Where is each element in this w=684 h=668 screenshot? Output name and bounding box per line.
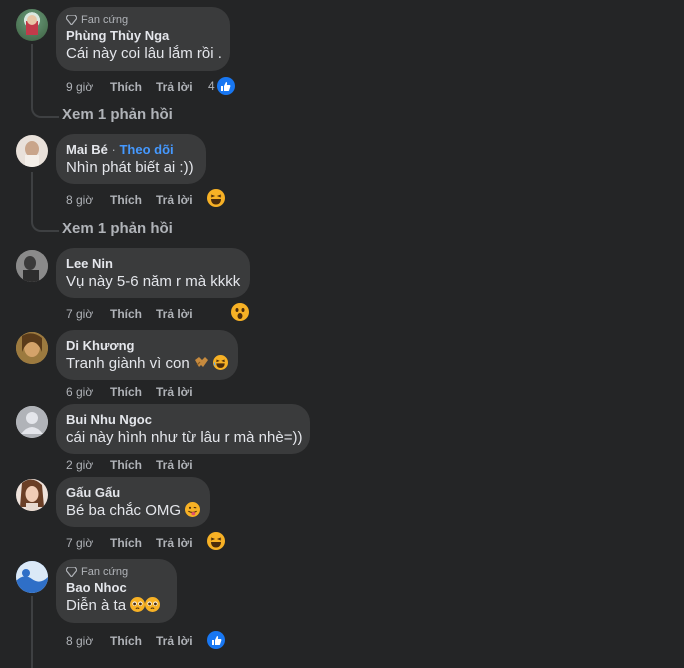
reply-button[interactable]: Trả lời xyxy=(156,634,206,648)
commenter-name[interactable]: Lee Nin xyxy=(66,255,238,272)
comment-bubble: Fan cứng Bao Nhoc Diễn à ta xyxy=(56,559,177,623)
comment-time[interactable]: 2 giờ xyxy=(66,458,110,472)
view-replies-link[interactable]: Xem 1 phản hồi xyxy=(62,106,173,123)
thread-line xyxy=(31,596,33,668)
comment-bubble: Bui Nhu Ngoc cái này hình như từ lâu r m… xyxy=(56,404,310,454)
comment-time[interactable]: 8 giờ xyxy=(66,193,110,207)
like-icon xyxy=(207,631,225,649)
reply-button[interactable]: Trả lời xyxy=(156,536,206,550)
view-replies-link[interactable]: Xem 1 phản hồi xyxy=(62,220,173,237)
commenter-name[interactable]: Di Khương xyxy=(66,337,226,354)
diamond-icon xyxy=(66,15,77,25)
like-button[interactable]: Thích xyxy=(110,80,156,94)
tongue-emoji-icon xyxy=(185,502,201,517)
comment-text: Nhìn phát biết ai :)) xyxy=(66,159,194,176)
comment-bubble: Di Khương Tranh giành vì con xyxy=(56,330,238,380)
avatar[interactable] xyxy=(16,479,48,511)
comment-bubble: Lee Nin Vụ này 5-6 năm r mà kkkk xyxy=(56,248,250,298)
avatar[interactable] xyxy=(16,9,48,41)
comment-bubble: Gấu Gấu Bé ba chắc OMG xyxy=(56,477,210,527)
comment-text-row: Tranh giành vì con xyxy=(66,354,229,374)
wow-emoji-icon xyxy=(231,303,249,321)
like-button[interactable]: Thích xyxy=(110,193,156,207)
commenter-name[interactable]: Bao Nhoc xyxy=(66,579,165,596)
like-button[interactable]: Thích xyxy=(110,458,156,472)
like-button[interactable]: Thích xyxy=(110,307,156,321)
reply-button[interactable]: Trả lời xyxy=(156,193,206,207)
reply-button[interactable]: Trả lời xyxy=(156,307,206,321)
thread-curve xyxy=(31,216,59,232)
reply-button[interactable]: Trả lời xyxy=(156,458,206,472)
follow-button[interactable]: Theo dõi xyxy=(119,142,173,157)
avatar[interactable] xyxy=(16,332,48,364)
commenter-name[interactable]: Bui Nhu Ngoc xyxy=(66,411,298,428)
reaction-summary[interactable]: 4 xyxy=(208,77,235,95)
comment-text-row: Bé ba chắc OMG xyxy=(66,501,201,521)
comment-text: cái này hình như từ lâu r mà nhè=)) xyxy=(66,429,303,446)
badge-label: Fan cứng xyxy=(81,566,129,578)
reaction-count: 4 xyxy=(208,79,215,93)
reply-button[interactable]: Trả lời xyxy=(156,385,206,399)
comment-actions: 7 giờ Thích Trả lời xyxy=(66,307,206,321)
badge-label: Fan cứng xyxy=(81,14,129,26)
reaction-summary[interactable] xyxy=(207,189,225,207)
pleading-emoji-icon xyxy=(145,597,161,612)
default-profile-icon xyxy=(16,406,48,438)
like-button[interactable]: Thích xyxy=(110,536,156,550)
comment-text: Bé ba chắc OMG xyxy=(66,502,182,519)
commenter-name[interactable]: Mai Bé xyxy=(66,142,108,157)
haha-emoji-icon xyxy=(207,189,225,207)
comment-actions: 6 giờ Thích Trả lời xyxy=(66,385,206,399)
reaction-summary[interactable] xyxy=(207,631,225,649)
reaction-summary[interactable] xyxy=(207,532,225,550)
comment-bubble: Mai Bé · Theo dõi Nhìn phát biết ai :)) xyxy=(56,134,206,184)
handshake-emoji-icon xyxy=(194,357,208,367)
like-button[interactable]: Thích xyxy=(110,634,156,648)
reaction-summary[interactable] xyxy=(231,303,249,321)
comment-time[interactable]: 7 giờ xyxy=(66,307,110,321)
like-button[interactable]: Thích xyxy=(110,385,156,399)
comment-time[interactable]: 7 giờ xyxy=(66,536,110,550)
diamond-icon xyxy=(66,567,77,577)
pleading-emoji-icon xyxy=(130,597,146,612)
like-icon xyxy=(216,77,235,95)
comment-actions: 8 giờ Thích Trả lời xyxy=(66,193,206,207)
comment-bubble: Fan cứng Phùng Thùy Nga Cái này coi lâu … xyxy=(56,7,230,71)
commenter-name-row: Mai Bé · Theo dõi xyxy=(66,141,194,158)
separator-dot: · xyxy=(107,142,120,157)
comment-time[interactable]: 8 giờ xyxy=(66,634,110,648)
comment-text: Diễn à ta xyxy=(66,597,127,614)
reply-button[interactable]: Trả lời xyxy=(156,80,206,94)
avatar[interactable] xyxy=(16,250,48,282)
commenter-name[interactable]: Phùng Thùy Nga xyxy=(66,27,218,44)
fan-badge: Fan cứng xyxy=(66,14,218,26)
comment-text-row: Diễn à ta xyxy=(66,596,165,616)
comment-actions: 8 giờ Thích Trả lời xyxy=(66,634,206,648)
comment-time[interactable]: 9 giờ xyxy=(66,80,110,94)
comment-text: Vụ này 5-6 năm r mà kkkk xyxy=(66,273,241,290)
avatar[interactable] xyxy=(16,561,48,593)
thread-line xyxy=(31,172,33,218)
fan-badge: Fan cứng xyxy=(66,566,165,578)
comment-text: Tranh giành vì con xyxy=(66,355,190,372)
comment-actions: 7 giờ Thích Trả lời xyxy=(66,536,206,550)
comment-text: Cái này coi lâu lắm rồi . xyxy=(66,45,222,62)
comment-actions: 9 giờ Thích Trả lời xyxy=(66,80,206,94)
commenter-name[interactable]: Gấu Gấu xyxy=(66,484,198,501)
thread-curve xyxy=(31,102,59,118)
avatar[interactable] xyxy=(16,406,48,438)
thread-line xyxy=(31,44,33,104)
avatar[interactable] xyxy=(16,135,48,167)
comment-time[interactable]: 6 giờ xyxy=(66,385,110,399)
laughing-emoji-icon xyxy=(213,355,229,370)
haha-emoji-icon xyxy=(207,532,225,550)
comment-actions: 2 giờ Thích Trả lời xyxy=(66,458,206,472)
